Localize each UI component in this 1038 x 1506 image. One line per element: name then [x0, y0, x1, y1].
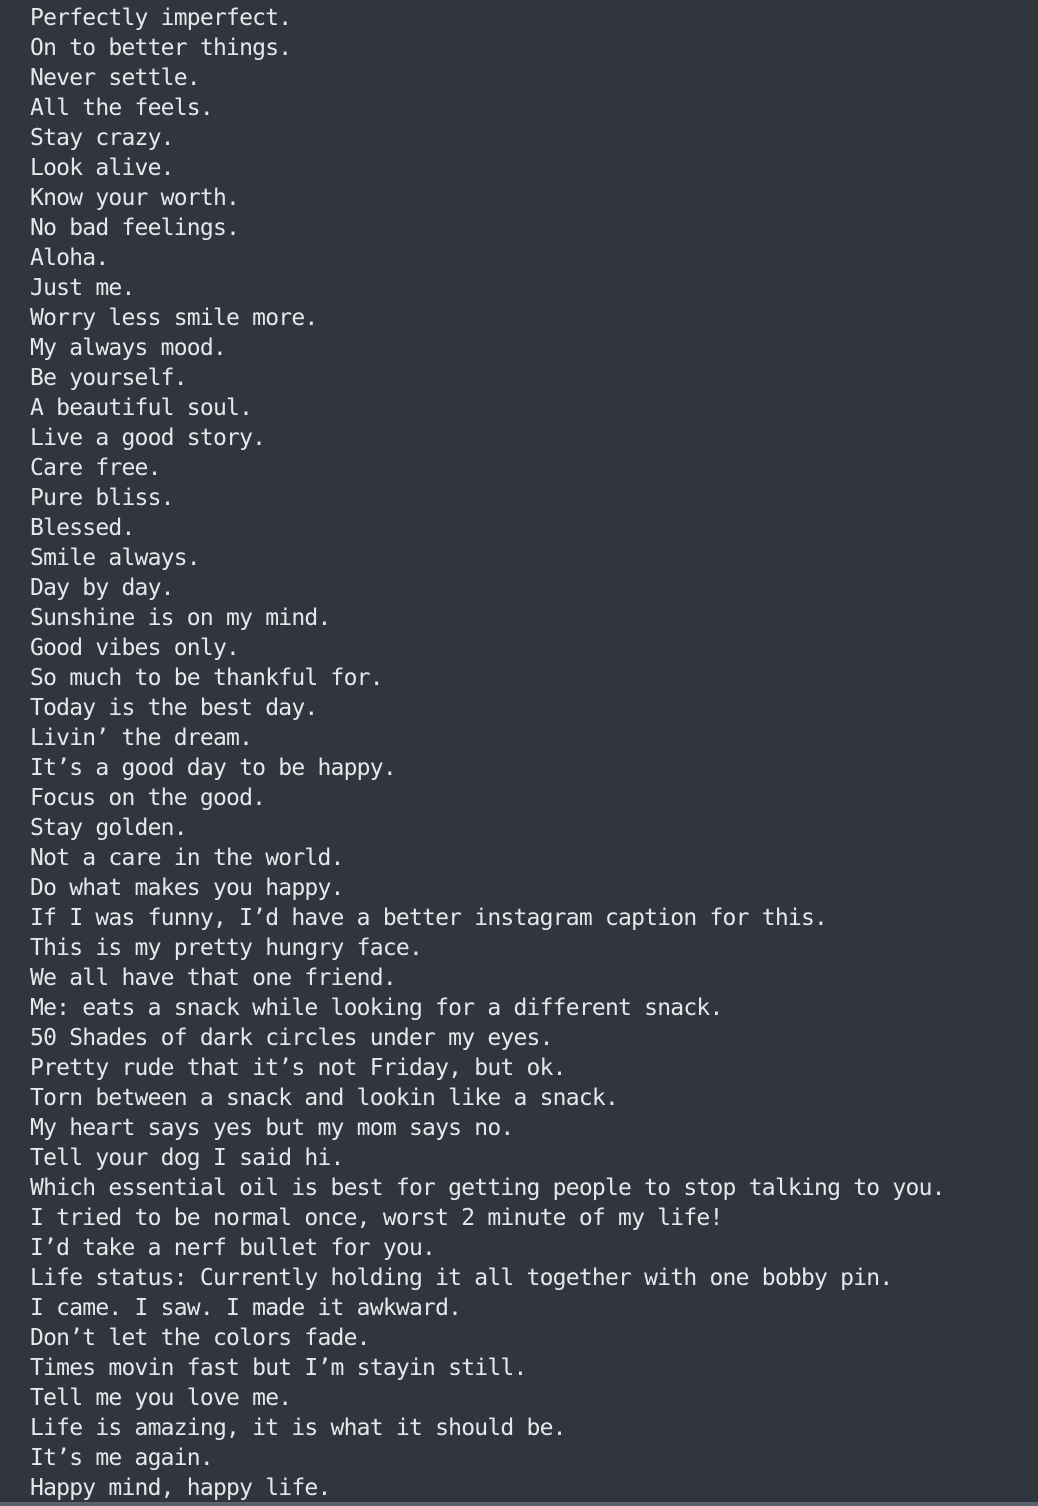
output-line: I’d take a nerf bullet for you. — [30, 1235, 436, 1261]
output-line: Be yourself. — [30, 365, 188, 391]
output-line: Smile always. — [30, 545, 201, 571]
output-line: Life is amazing, it is what it should be… — [30, 1415, 567, 1441]
output-line: Not a care in the world. — [30, 845, 344, 871]
output-line: Never settle. — [30, 65, 201, 91]
output-line: Live a good story. — [30, 425, 266, 451]
output-line: On to better things. — [30, 35, 292, 61]
output-line: Times movin fast but I’m stayin still. — [30, 1355, 527, 1381]
output-line: Pure bliss. — [30, 485, 175, 511]
output-line: A beautiful soul. — [30, 395, 253, 421]
output-line: Pretty rude that it’s not Friday, but ok… — [30, 1055, 567, 1081]
output-line: Aloha. — [30, 245, 109, 271]
output-line: Care free. — [30, 455, 161, 481]
output-line: So much to be thankful for. — [30, 665, 384, 691]
output-line: No bad feelings. — [30, 215, 240, 241]
output-line: Tell me you love me. — [30, 1385, 292, 1411]
output-line: My always mood. — [30, 335, 227, 361]
output-line: Worry less smile more. — [30, 305, 318, 331]
output-line: Just me. — [30, 275, 135, 301]
output-line: Good vibes only. — [30, 635, 240, 661]
output-line: I tried to be normal once, worst 2 minut… — [30, 1205, 723, 1231]
output-line: All the feels. — [30, 95, 214, 121]
output-line: Stay golden. — [30, 815, 188, 841]
output-line: Torn between a snack and lookin like a s… — [30, 1085, 619, 1111]
output-line: I came. I saw. I made it awkward. — [30, 1295, 462, 1321]
output-line: If I was funny, I’d have a better instag… — [30, 905, 828, 931]
output-line: Life status: Currently holding it all to… — [30, 1265, 893, 1291]
output-line: Livin’ the dream. — [30, 725, 253, 751]
output-line: Tell your dog I said hi. — [30, 1145, 344, 1171]
output-line: Know your worth. — [30, 185, 240, 211]
output-line: Sunshine is on my mind. — [30, 605, 331, 631]
output-line: Don’t let the colors fade. — [30, 1325, 371, 1351]
output-line: Day by day. — [30, 575, 175, 601]
output-line: It’s me again. — [30, 1445, 214, 1471]
output-line: Blessed. — [30, 515, 135, 541]
output-line: This is my pretty hungry face. — [30, 935, 423, 961]
output-line: Focus on the good. — [30, 785, 266, 811]
output-line: Today is the best day. — [30, 695, 318, 721]
output-line: Look alive. — [30, 155, 175, 181]
output-line: My heart says yes but my mom says no. — [30, 1115, 514, 1141]
output-line: Which essential oil is best for getting … — [30, 1175, 945, 1201]
output-line: We all have that one friend. — [30, 965, 397, 991]
output-line: Me: eats a snack while looking for a dif… — [30, 995, 723, 1021]
output-line: Stay crazy. — [30, 125, 175, 151]
output-line: Perfectly imperfect. — [30, 5, 292, 31]
output-line: It’s a good day to be happy. — [30, 755, 397, 781]
output-line: Do what makes you happy. — [30, 875, 344, 901]
output-line: Happy mind, happy life. — [30, 1475, 331, 1501]
output-lines: Perfectly imperfect. On to better things.… — [30, 3, 945, 1503]
terminal-output: Perfectly imperfect. On to better things.… — [0, 0, 1038, 1506]
output-line: 50 Shades of dark circles under my eyes. — [30, 1025, 553, 1051]
